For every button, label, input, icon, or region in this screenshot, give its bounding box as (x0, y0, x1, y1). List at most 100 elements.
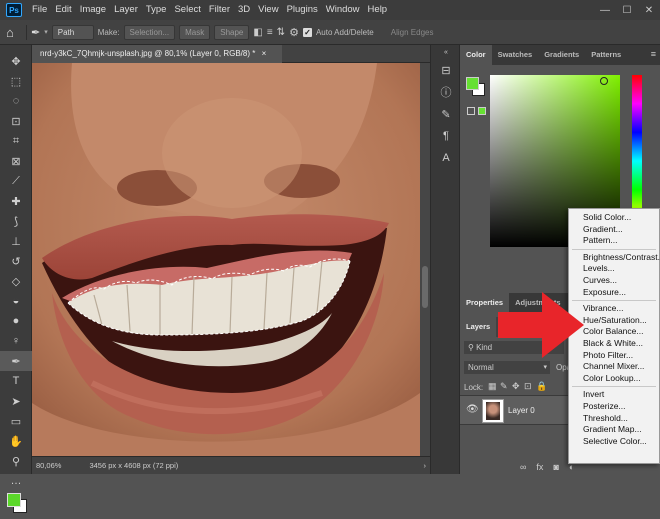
menu-item-invert[interactable]: Invert (569, 389, 659, 401)
path-arrangement-icon[interactable]: ⇅ (277, 27, 285, 38)
paragraph-icon[interactable]: ¶ (431, 125, 461, 147)
minimize-icon[interactable]: — (594, 0, 616, 20)
document-canvas[interactable] (32, 63, 420, 456)
frame-tool-icon[interactable]: ⊠ (0, 151, 32, 171)
tab-color[interactable]: Color (460, 45, 492, 65)
tab-swatches[interactable]: Swatches (492, 45, 539, 65)
menu-file[interactable]: File (28, 0, 51, 20)
marquee-tool-icon[interactable]: ⬚ (0, 71, 32, 91)
tools-panel: ✥ ⬚ ◌ ⊡ ⌗ ⊠ ⟋ ✚ ⟆ ⊥ ↺ ◇ ◒ ● ♀ ✒ T ➤ ▭ ✋ … (0, 45, 32, 513)
small-green-swatch[interactable] (478, 107, 486, 115)
canvas-vertical-scrollbar[interactable] (420, 63, 430, 456)
make-shape-button[interactable]: Shape (214, 24, 250, 40)
menu-item-selective-color[interactable]: Selective Color... (569, 436, 659, 448)
pen-tool-icon[interactable]: ✒ (31, 26, 40, 39)
type-tool-icon[interactable]: T (0, 371, 32, 391)
path-alignment-icon[interactable]: ≡ (267, 27, 273, 38)
paint-bucket-tool-icon[interactable]: ◒ (0, 291, 32, 311)
pen-tool-icon[interactable]: ✒ (0, 351, 32, 371)
path-selection-tool-icon[interactable]: ➤ (0, 391, 32, 411)
align-edges-button[interactable]: Align Edges (386, 25, 439, 40)
layer-name[interactable]: Layer 0 (508, 406, 535, 415)
color-picker-handle[interactable] (600, 77, 608, 85)
link-layers-icon[interactable]: ∞ (520, 462, 526, 472)
tab-gradients[interactable]: Gradients (538, 45, 585, 65)
foreground-color-chip[interactable] (466, 77, 479, 90)
menu-item-pattern[interactable]: Pattern... (569, 235, 659, 247)
menu-item-channel-mixer[interactable]: Channel Mixer... (569, 361, 659, 373)
close-tab-icon[interactable]: × (262, 49, 267, 58)
brush-settings-icon[interactable]: ✎ (431, 103, 461, 125)
crop-tool-icon[interactable]: ⌗ (0, 131, 32, 151)
menu-select[interactable]: Select (170, 0, 204, 20)
eraser-tool-icon[interactable]: ◇ (0, 271, 32, 291)
rectangle-tool-icon[interactable]: ▭ (0, 411, 32, 431)
menu-item-levels[interactable]: Levels... (569, 263, 659, 275)
foreground-color-swatch[interactable] (7, 493, 21, 507)
lasso-tool-icon[interactable]: ◌ (0, 91, 32, 111)
panel-menu-icon[interactable]: ≡ (651, 49, 656, 59)
menu-type[interactable]: Type (142, 0, 171, 20)
gear-icon[interactable]: ⚙ (289, 26, 299, 39)
menu-item-threshold[interactable]: Threshold... (569, 413, 659, 425)
menu-item-solid-color[interactable]: Solid Color... (569, 212, 659, 224)
collapse-icon[interactable]: « (431, 45, 461, 59)
home-icon[interactable]: ⌂ (6, 25, 22, 40)
zoom-tool-icon[interactable]: ⚲ (0, 451, 32, 471)
blend-mode-select[interactable]: Normal ▾ (464, 361, 550, 374)
tab-patterns[interactable]: Patterns (585, 45, 627, 65)
small-swatch-icon[interactable] (467, 107, 475, 115)
tab-layers[interactable]: Layers (460, 317, 497, 337)
history-icon[interactable]: ⊟ (431, 59, 461, 81)
quick-selection-tool-icon[interactable]: ⊡ (0, 111, 32, 131)
move-tool-icon[interactable]: ✥ (0, 51, 32, 71)
path-mode-select[interactable]: Path (51, 24, 94, 40)
clone-stamp-tool-icon[interactable]: ⊥ (0, 231, 32, 251)
menu-filter[interactable]: Filter (205, 0, 234, 20)
menu-image[interactable]: Image (76, 0, 110, 20)
history-brush-tool-icon[interactable]: ↺ (0, 251, 32, 271)
more-tools-icon[interactable]: … (0, 471, 32, 491)
menu-layer[interactable]: Layer (110, 0, 142, 20)
lock-all-icon[interactable]: 🔒 (536, 381, 547, 392)
menu-item-curves[interactable]: Curves... (569, 275, 659, 287)
make-selection-button[interactable]: Selection... (123, 24, 176, 40)
lock-position-icon[interactable]: ✥ (512, 381, 520, 392)
menu-3d[interactable]: 3D (234, 0, 254, 20)
info-icon[interactable]: ⓘ (431, 81, 461, 103)
menu-view[interactable]: View (254, 0, 282, 20)
menu-edit[interactable]: Edit (51, 0, 75, 20)
hand-tool-icon[interactable]: ✋ (0, 431, 32, 451)
make-mask-button[interactable]: Mask (179, 24, 211, 40)
menu-item-gradient[interactable]: Gradient... (569, 224, 659, 236)
blur-tool-icon[interactable]: ● (0, 311, 32, 331)
add-mask-icon[interactable]: ◙ (553, 462, 558, 472)
close-icon[interactable]: ✕ (638, 0, 660, 20)
path-operations-icon[interactable]: ◧ (253, 27, 262, 38)
scrollbar-thumb[interactable] (422, 266, 428, 308)
visibility-eye-icon[interactable]: 👁 (466, 404, 479, 415)
menu-window[interactable]: Window (322, 0, 364, 20)
dodge-tool-icon[interactable]: ♀ (0, 331, 32, 351)
lock-transparent-icon[interactable]: ▦ (488, 381, 497, 392)
document-tab[interactable]: nrd-y3kC_7Qhmjk-unsplash.jpg @ 80,1% (La… (32, 45, 282, 63)
healing-brush-tool-icon[interactable]: ✚ (0, 191, 32, 211)
layer-style-icon[interactable]: fx (536, 462, 543, 472)
chevron-down-icon[interactable]: ▾ (44, 28, 48, 36)
menu-item-gradient-map[interactable]: Gradient Map... (569, 424, 659, 436)
menu-item-brightness-contrast[interactable]: Brightness/Contrast... (569, 252, 660, 264)
character-icon[interactable]: A (431, 147, 461, 169)
brush-tool-icon[interactable]: ⟆ (0, 211, 32, 231)
menu-help[interactable]: Help (364, 0, 392, 20)
eyedropper-tool-icon[interactable]: ⟋ (0, 171, 32, 191)
layer-thumbnail[interactable] (482, 399, 504, 423)
restore-icon[interactable]: ☐ (616, 0, 638, 20)
menu-item-color-lookup[interactable]: Color Lookup... (569, 373, 659, 385)
auto-add-delete-checkbox[interactable]: ✓ (302, 27, 312, 37)
status-arrow-icon[interactable]: › (424, 461, 427, 470)
lock-artboard-icon[interactable]: ⊡ (524, 381, 532, 392)
menu-plugins[interactable]: Plugins (283, 0, 322, 20)
menu-item-posterize[interactable]: Posterize... (569, 401, 659, 413)
lock-pixels-icon[interactable]: ✎ (500, 381, 508, 392)
zoom-level[interactable]: 80,06% (36, 461, 61, 470)
